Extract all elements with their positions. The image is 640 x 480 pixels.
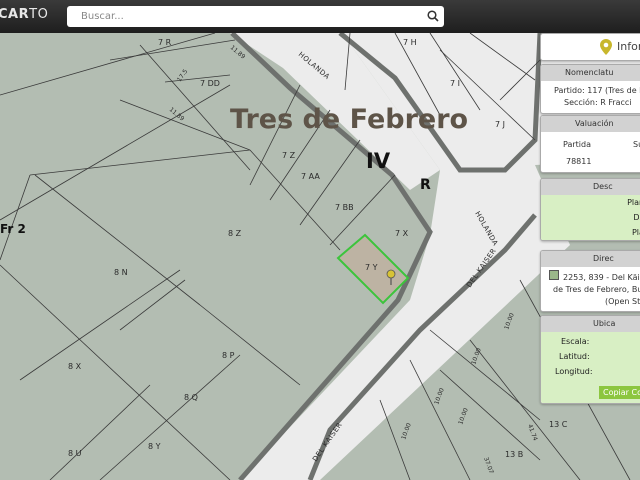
descripcion-header[interactable]: Desc <box>541 179 640 195</box>
descripcion-item[interactable]: Plan <box>541 225 640 240</box>
search-icon[interactable] <box>426 9 440 23</box>
parcel-label: 8 P <box>222 351 235 360</box>
valuacion-partida-value: 78811 <box>566 157 592 166</box>
direccion-card: Direc 2253, 839 - Del Käiser, de Tres de… <box>540 250 640 312</box>
parcel-label: 7 BB <box>335 203 354 212</box>
parcel-label: 7 I <box>450 79 460 88</box>
fraction-label: R <box>420 177 431 193</box>
valuacion-col-partida: Partida <box>563 140 591 149</box>
parcel-label: 8 U <box>68 449 82 458</box>
parcel-label: 7 J <box>495 120 505 129</box>
parcel-label: 7 Y <box>365 263 378 272</box>
info-title-card[interactable]: Infor <box>540 33 640 61</box>
logo-suffix: TO <box>29 7 49 22</box>
parcel-label: 7 DD <box>200 79 220 88</box>
ubicacion-card: Ubica Escala: Latitud: Longitud: Copiar … <box>540 315 640 404</box>
latitud-label: Latitud: <box>559 352 590 361</box>
direccion-header[interactable]: Direc <box>541 251 640 267</box>
valuacion-card: Valuación Partida Su 78811 <box>540 115 640 173</box>
parcel-label: 7 R <box>158 38 172 47</box>
valuacion-header[interactable]: Valuación <box>541 116 640 132</box>
logo-prefix: CAR <box>0 7 30 22</box>
parcel-label: 8 X <box>68 362 82 371</box>
map-thumbnail-icon[interactable] <box>549 270 559 280</box>
descripcion-card: Desc Plano DX Plan <box>540 178 640 241</box>
partido-label: Tres de Febrero <box>230 104 468 135</box>
location-pin-icon <box>600 39 612 55</box>
nomenclatura-header[interactable]: Nomenclatu <box>541 65 640 81</box>
escala-label: Escala: <box>561 337 590 346</box>
direccion-line2: de Tres de Febrero, Buen <box>553 285 640 294</box>
copy-coordinates-button[interactable]: Copiar Co <box>599 386 640 399</box>
longitud-label: Longitud: <box>555 367 593 376</box>
parcel-label: 13 C <box>549 420 568 429</box>
top-bar: CARTO <box>0 0 640 33</box>
info-panel: Infor Nomenclatu Partido: 117 (Tres de F… <box>540 33 640 405</box>
nomenclatura-seccion: Sección: R Fracci <box>564 98 632 107</box>
parcel-label: 7 Z <box>282 151 296 160</box>
search-box[interactable] <box>67 6 444 27</box>
descripcion-item[interactable]: Plano <box>541 195 640 210</box>
parcel-label: 7 AA <box>301 172 320 181</box>
info-title: Infor <box>617 40 640 53</box>
parcel-label: 13 B <box>505 450 523 459</box>
fraccion-label: Fr 2 <box>0 222 26 236</box>
parcel-label: 8 Y <box>148 442 161 451</box>
parcel-label: 7 H <box>403 38 417 47</box>
valuacion-col-superficie: Su <box>633 140 640 149</box>
section-label: IV <box>366 149 391 173</box>
search-input[interactable] <box>81 8 411 25</box>
descripcion-item[interactable]: DX <box>541 210 640 225</box>
nomenclatura-partido: Partido: 117 (Tres de Feb <box>554 86 640 95</box>
parcel-label: 7 X <box>395 229 409 238</box>
direccion-line1: 2253, 839 - Del Käiser, <box>563 273 640 282</box>
parcel-label: 8 Z <box>228 229 242 238</box>
parcel-label: 8 Q <box>184 393 198 402</box>
parcel-label: 8 N <box>114 268 128 277</box>
nomenclatura-card: Nomenclatu Partido: 117 (Tres de Feb Sec… <box>540 64 640 114</box>
ubicacion-header[interactable]: Ubica <box>541 316 640 332</box>
direccion-line3: (Open Str <box>605 297 640 306</box>
logo[interactable]: CARTO <box>0 7 48 22</box>
